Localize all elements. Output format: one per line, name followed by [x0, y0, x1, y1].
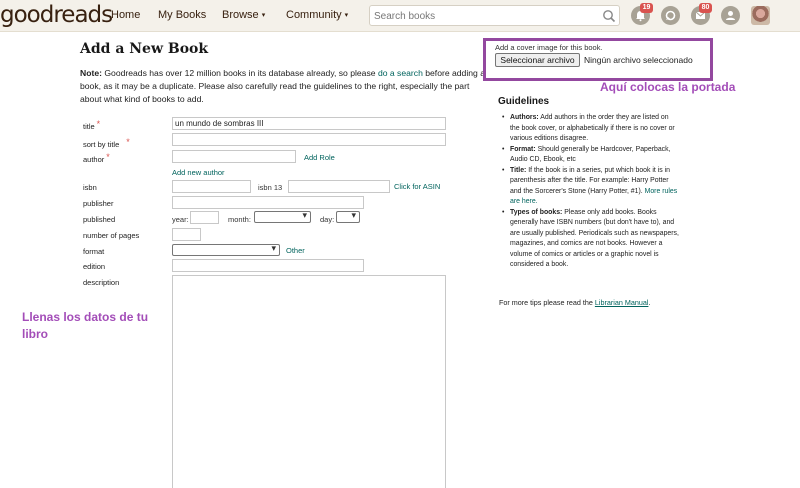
- click-for-asin-link[interactable]: Click for ASIN: [394, 182, 440, 191]
- friends-icon[interactable]: [721, 6, 740, 25]
- tips-suffix: .: [648, 298, 651, 307]
- cover-image-label: Add a cover image for this book.: [495, 43, 603, 52]
- guideline-bold: Types of books:: [510, 208, 563, 216]
- intro-note: Note: Goodreads has over 12 million book…: [80, 67, 492, 106]
- description-label: description: [83, 278, 120, 287]
- add-role-link[interactable]: Add Role: [304, 153, 335, 162]
- number-of-pages-label: number of pages: [83, 231, 140, 240]
- choose-file-button[interactable]: Seleccionar archivo: [495, 53, 580, 67]
- title-label: title *: [83, 119, 100, 131]
- sort-by-title-label-text: sort by title: [83, 140, 120, 149]
- edition-field[interactable]: [172, 259, 364, 272]
- nav-browse-label: Browse: [222, 9, 259, 21]
- search-box: [369, 5, 620, 26]
- edition-label: edition: [83, 262, 106, 271]
- guideline-format: Format: Should generally be Hardcover, P…: [502, 145, 680, 166]
- nav-community[interactable]: Community ▾: [286, 9, 348, 21]
- published-label: published: [83, 215, 116, 224]
- goodreads-logo[interactable]: goodreads: [0, 2, 113, 28]
- discussions-icon[interactable]: [661, 6, 680, 25]
- messages-badge: 80: [699, 3, 712, 13]
- author-label: author *: [83, 152, 110, 164]
- author-label-text: author: [83, 155, 105, 164]
- nav-my-books-label: My Books: [158, 9, 207, 21]
- year-label: year:: [172, 215, 189, 224]
- guideline-bold: Authors:: [510, 114, 539, 121]
- month-label: month:: [228, 215, 251, 224]
- search-input[interactable]: [370, 7, 595, 26]
- isbn13-label: isbn 13: [258, 183, 283, 192]
- librarian-manual-link[interactable]: Librarian Manual: [595, 298, 649, 307]
- year-field[interactable]: [190, 211, 219, 224]
- guideline-title: Title: If the book is in a series, put w…: [502, 166, 680, 208]
- guidelines-list: Authors: Add authors in the order they a…: [502, 113, 680, 271]
- author-field[interactable]: [172, 150, 296, 163]
- isbn-field[interactable]: [172, 180, 251, 193]
- title-field[interactable]: [172, 117, 446, 130]
- file-status-text: Ningún archivo seleccionado: [584, 55, 693, 65]
- sort-by-title-label: sort by title *: [83, 137, 130, 149]
- number-of-pages-field[interactable]: [172, 228, 201, 241]
- title-label-text: title: [83, 122, 95, 131]
- nav-browse[interactable]: Browse ▾: [222, 9, 265, 21]
- nav-community-label: Community: [286, 9, 342, 21]
- add-new-author-link[interactable]: Add new author: [172, 168, 225, 177]
- fill-data-annotation: Llenas los datos de tu libro: [22, 310, 149, 341]
- do-a-search-link[interactable]: do a search: [378, 68, 423, 78]
- required-mark: *: [126, 137, 130, 147]
- avatar[interactable]: [751, 6, 770, 25]
- day-select[interactable]: [336, 210, 360, 223]
- month-select[interactable]: [254, 210, 311, 223]
- day-label: day:: [320, 215, 335, 224]
- nav-my-books[interactable]: My Books: [158, 9, 206, 21]
- site-header: goodreads Home My Books Browse ▾ Communit…: [0, 0, 800, 32]
- guideline-authors: Authors: Add authors in the order they a…: [502, 113, 680, 145]
- notifications-badge: 19: [640, 3, 653, 13]
- guideline-bold: Format:: [510, 145, 536, 153]
- guidelines-title: Guidelines: [498, 96, 550, 107]
- required-mark: *: [96, 119, 101, 129]
- sort-by-title-field[interactable]: [172, 133, 446, 146]
- note-label: Note:: [80, 68, 102, 78]
- guideline-text: Please only add books. Books generally h…: [510, 208, 679, 269]
- other-format-link[interactable]: Other: [286, 246, 305, 255]
- search-icon[interactable]: [602, 9, 616, 23]
- publisher-label: publisher: [83, 199, 114, 208]
- required-mark: *: [106, 152, 110, 162]
- isbn13-field[interactable]: [288, 180, 390, 193]
- isbn-label: isbn: [83, 183, 97, 192]
- tips-text: For more tips please read the Librarian …: [499, 298, 650, 307]
- page-title: Add a New Book: [80, 41, 209, 57]
- description-textarea[interactable]: [172, 275, 446, 488]
- nav-home-label: Home: [111, 9, 141, 21]
- nav-home[interactable]: Home: [111, 9, 140, 21]
- guideline-bold: Title:: [510, 166, 527, 174]
- publisher-field[interactable]: [172, 196, 364, 209]
- chevron-down-icon: ▾: [344, 12, 349, 19]
- guideline-types: Types of books: Please only add books. B…: [502, 208, 680, 271]
- tips-prefix: For more tips please read the: [499, 298, 595, 307]
- chevron-down-icon: ▾: [261, 12, 266, 19]
- format-label: format: [83, 247, 105, 256]
- cover-annotation: Aquí colocas la portada: [600, 80, 736, 94]
- note-text-1: Goodreads has over 12 million books in i…: [101, 68, 378, 78]
- format-select[interactable]: [172, 243, 280, 256]
